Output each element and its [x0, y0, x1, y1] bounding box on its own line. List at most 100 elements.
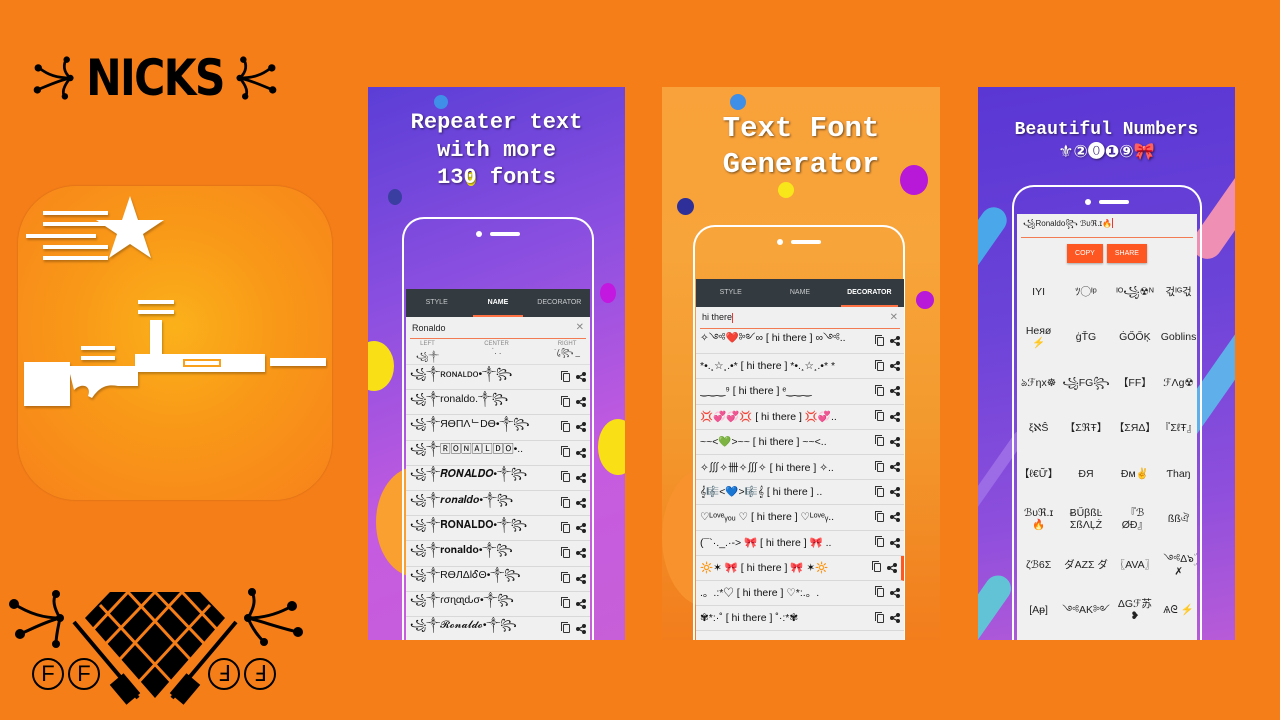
- style-cell[interactable]: 걳ᴵᴳ걳: [1158, 269, 1197, 315]
- copy-icon[interactable]: [561, 496, 570, 508]
- list-item[interactable]: ✧༺❤️༻∞ [ hi there ] ∞༺..: [696, 329, 904, 355]
- share-icon[interactable]: [890, 361, 900, 372]
- share-icon[interactable]: [890, 411, 900, 422]
- tab-decorator[interactable]: DECORATOR: [835, 279, 904, 307]
- tab-decorator[interactable]: DECORATOR: [529, 289, 590, 317]
- style-cell[interactable]: ﾂ◯ᴵᵖ: [1060, 269, 1112, 315]
- name-input[interactable]: Ronaldo ✕: [410, 317, 586, 339]
- share-icon[interactable]: [890, 436, 900, 447]
- style-cell[interactable]: ġŤG: [1060, 315, 1112, 361]
- list-item[interactable]: ꧁༒ɾσɳαʅԃσ•༒꧂: [406, 592, 590, 617]
- list-item[interactable]: ꧁༒ronaldo.༒꧂: [406, 390, 590, 416]
- style-cell[interactable]: ℱΛɡ☢: [1158, 360, 1197, 406]
- list-item[interactable]: .。.:*♡ [ hi there ] ♡*:.。.: [696, 581, 904, 607]
- style-cell[interactable]: Ðм✌: [1112, 451, 1158, 497]
- copy-icon[interactable]: [561, 597, 570, 609]
- style-cell[interactable]: 【FF】: [1112, 360, 1158, 406]
- style-cell[interactable]: ঌℱηx☸: [1017, 360, 1060, 406]
- share-icon[interactable]: [576, 623, 586, 634]
- style-cell[interactable]: ΔGℱ苏 ❥: [1112, 588, 1158, 634]
- copy-icon[interactable]: [875, 611, 884, 623]
- copy-icon[interactable]: [875, 410, 884, 422]
- share-icon[interactable]: [576, 372, 586, 383]
- tab-name[interactable]: NAME: [467, 289, 528, 317]
- style-cell[interactable]: ᴵᴼ꧁☢ᴺ: [1112, 269, 1158, 315]
- list-item[interactable]: ~~<💚>~~ [ hi there ] ~~<..: [696, 430, 904, 455]
- share-icon[interactable]: [890, 512, 900, 523]
- align-center[interactable]: CENTER ˙. .: [484, 341, 509, 362]
- list-item[interactable]: ꧁༒𝐑𝐎𝐍𝐀𝐋𝐃𝐎•༒꧂: [406, 516, 590, 542]
- share-icon[interactable]: [890, 487, 900, 498]
- list-item[interactable]: 𝄞🎼<💙>🎼𝄞 [ hi there ] ..: [696, 480, 904, 506]
- style-cell[interactable]: 『ℬ ØÐ』: [1112, 497, 1158, 543]
- list-item[interactable]: ꧁༒𝒓𝒐𝒏𝒂𝒍𝒅𝒐•༒꧂: [406, 491, 590, 517]
- copy-button[interactable]: COPY: [1067, 244, 1103, 263]
- share-icon[interactable]: [576, 397, 586, 408]
- copy-icon[interactable]: [875, 536, 884, 548]
- clear-icon[interactable]: ✕: [576, 322, 586, 333]
- share-icon[interactable]: [890, 537, 900, 548]
- list-item[interactable]: ꧁༒ʀᴏɴᴀʟᴅᴏ•༒꧂: [406, 365, 590, 391]
- copy-icon[interactable]: [875, 435, 884, 447]
- copy-icon[interactable]: [561, 446, 570, 458]
- style-cell[interactable]: ÐЯ: [1060, 451, 1112, 497]
- style-cell[interactable]: ĠŐŐĶ: [1112, 315, 1158, 361]
- numbers-input[interactable]: ꧁Ronaldo꧂ ℬᴜℜ.ɪ🔥: [1021, 214, 1193, 238]
- copy-icon[interactable]: [561, 622, 570, 634]
- style-cell[interactable]: Ƭhaŋ: [1158, 451, 1197, 497]
- share-icon[interactable]: [576, 498, 586, 509]
- copy-icon[interactable]: [561, 420, 570, 432]
- list-item[interactable]: ‿‿‿⁹ [ hi there ] ᵉ‿‿‿: [696, 379, 904, 405]
- list-item[interactable]: ♡ᴸᵒᵛᵉᵧₒᵤ ♡ [ hi there ] ♡ᴸᵒᵛᵉᵧ..: [696, 505, 904, 531]
- style-cell[interactable]: ꧁FG꧂: [1060, 360, 1112, 406]
- list-item[interactable]: ꧁༒RӨЛΔlᎴΘ•༒꧂: [406, 567, 590, 592]
- style-cell[interactable]: 【ΣЯΔ】: [1112, 406, 1158, 452]
- list-item[interactable]: 🔆✶ 🎀 [ hi there ] 🎀 ✶🔆: [696, 555, 904, 581]
- copy-icon[interactable]: [561, 370, 570, 382]
- copy-icon[interactable]: [561, 572, 570, 584]
- style-cell[interactable]: ༺AK༻: [1060, 588, 1112, 634]
- copy-icon[interactable]: [875, 460, 884, 472]
- style-cell[interactable]: ßßঐ: [1158, 497, 1197, 543]
- tab-name[interactable]: NAME: [765, 279, 834, 307]
- share-button[interactable]: SHARE: [1106, 244, 1147, 263]
- style-cell[interactable]: ζℬ6Σ: [1017, 542, 1060, 588]
- copy-icon[interactable]: [561, 546, 570, 558]
- style-cell[interactable]: ༺Δ๖ۣۜ ✗: [1158, 542, 1197, 588]
- style-cell[interactable]: Goblins: [1158, 315, 1197, 361]
- share-icon[interactable]: [576, 598, 586, 609]
- share-icon[interactable]: [890, 613, 900, 624]
- tab-style[interactable]: STYLE: [406, 289, 467, 317]
- clear-icon[interactable]: ✕: [890, 312, 900, 323]
- list-item[interactable]: ꧁༒ЯӨПΛᄂDӨ•༒꧂: [406, 415, 590, 441]
- style-cell[interactable]: [Aᵽ]: [1017, 588, 1060, 634]
- align-left[interactable]: LEFT ꧁༒: [416, 341, 439, 362]
- list-item[interactable]: ꧁༒𝑹𝑶𝑵𝑨𝑳𝑫𝑶•༒꧂: [406, 466, 590, 491]
- style-cell[interactable]: Ѧᘓ ⚡: [1158, 588, 1197, 634]
- copy-icon[interactable]: [872, 561, 881, 573]
- share-icon[interactable]: [576, 422, 586, 433]
- share-icon[interactable]: [576, 548, 586, 559]
- share-icon[interactable]: [576, 573, 586, 584]
- share-icon[interactable]: [887, 562, 897, 573]
- share-icon[interactable]: [576, 447, 586, 458]
- copy-icon[interactable]: [561, 395, 570, 407]
- list-item[interactable]: ꧁༒𝐫𝐨𝐧𝐚𝐥𝐝𝐨•༒꧂: [406, 541, 590, 567]
- list-item[interactable]: ꧁༒🅁🄾🄽🄰🄻🄳🄾•..: [406, 441, 590, 466]
- list-item[interactable]: 💢💞💞💢 [ hi there ] 💢💞..: [696, 405, 904, 430]
- list-item[interactable]: ꧁༒𝓡𝓸𝓷𝓪𝓵𝓭𝓸•༒꧂: [406, 617, 590, 640]
- style-cell[interactable]: ΙΥΙ: [1017, 269, 1060, 315]
- share-icon[interactable]: [890, 587, 900, 598]
- share-icon[interactable]: [890, 462, 900, 473]
- list-item[interactable]: *•.¸☆¸.•* [ hi there ] *•.¸☆¸.•* *: [696, 354, 904, 380]
- copy-icon[interactable]: [875, 359, 884, 371]
- list-item[interactable]: (¯`·._.·-> 🎀 [ hi there ] 🎀 ..: [696, 531, 904, 556]
- style-cell[interactable]: 【ΣℜŦ】: [1060, 406, 1112, 452]
- list-item[interactable]: ✾*:·˚ [ hi there ] ˚·:*✾: [696, 606, 904, 632]
- copy-icon[interactable]: [875, 384, 884, 396]
- style-cell[interactable]: 『ΣℓŦ』: [1158, 406, 1197, 452]
- style-cell[interactable]: ℬᴜℜ.ɪ 🔥: [1017, 497, 1060, 543]
- share-icon[interactable]: [890, 336, 900, 347]
- copy-icon[interactable]: [561, 521, 570, 533]
- style-cell[interactable]: 【ℓ€Ữ】: [1017, 451, 1060, 497]
